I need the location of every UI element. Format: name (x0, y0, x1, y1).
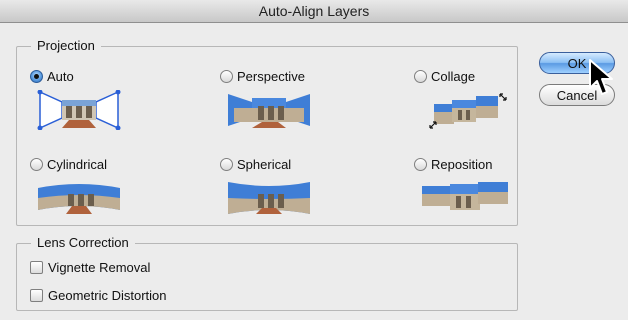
spherical-preview-icon (228, 182, 310, 214)
radio-indicator[interactable] (220, 69, 233, 83)
geometric-distortion-checkbox[interactable]: Geometric Distortion (30, 285, 166, 305)
radio-spherical[interactable]: Spherical (220, 154, 291, 174)
radio-perspective-label: Perspective (237, 68, 305, 84)
radio-reposition[interactable]: Reposition (414, 154, 492, 174)
cylindrical-preview-icon (38, 184, 120, 214)
window-title: Auto-Align Layers (0, 0, 628, 23)
radio-indicator[interactable] (220, 157, 233, 171)
radio-cylindrical[interactable]: Cylindrical (30, 154, 107, 174)
radio-cylindrical-label: Cylindrical (47, 156, 107, 172)
radio-perspective[interactable]: Perspective (220, 66, 305, 86)
collage-preview-icon (429, 93, 507, 129)
radio-indicator[interactable] (414, 157, 427, 171)
projection-legend: Projection (31, 38, 101, 53)
radio-spherical-label: Spherical (237, 156, 292, 172)
vignette-removal-label: Vignette Removal (48, 259, 151, 275)
radio-reposition-label: Reposition (431, 156, 493, 172)
perspective-preview-icon (228, 94, 310, 128)
radio-auto[interactable]: Auto (30, 66, 74, 86)
radio-indicator[interactable] (414, 69, 427, 83)
reposition-preview-icon (422, 182, 508, 210)
checkbox-indicator[interactable] (30, 288, 43, 302)
radio-indicator[interactable] (30, 69, 43, 83)
vignette-removal-checkbox[interactable]: Vignette Removal (30, 257, 150, 277)
radio-collage[interactable]: Collage (414, 66, 475, 86)
geometric-distortion-label: Geometric Distortion (48, 287, 167, 303)
radio-auto-label: Auto (47, 68, 74, 84)
radio-collage-label: Collage (431, 68, 476, 84)
auto-preview-icon (36, 90, 122, 130)
radio-indicator[interactable] (30, 157, 43, 171)
checkbox-indicator[interactable] (30, 260, 43, 274)
mouse-cursor-icon (589, 59, 613, 95)
lens-correction-legend: Lens Correction (31, 235, 135, 250)
auto-align-layers-dialog: Auto-Align Layers Projection Auto Perspe… (0, 0, 628, 320)
